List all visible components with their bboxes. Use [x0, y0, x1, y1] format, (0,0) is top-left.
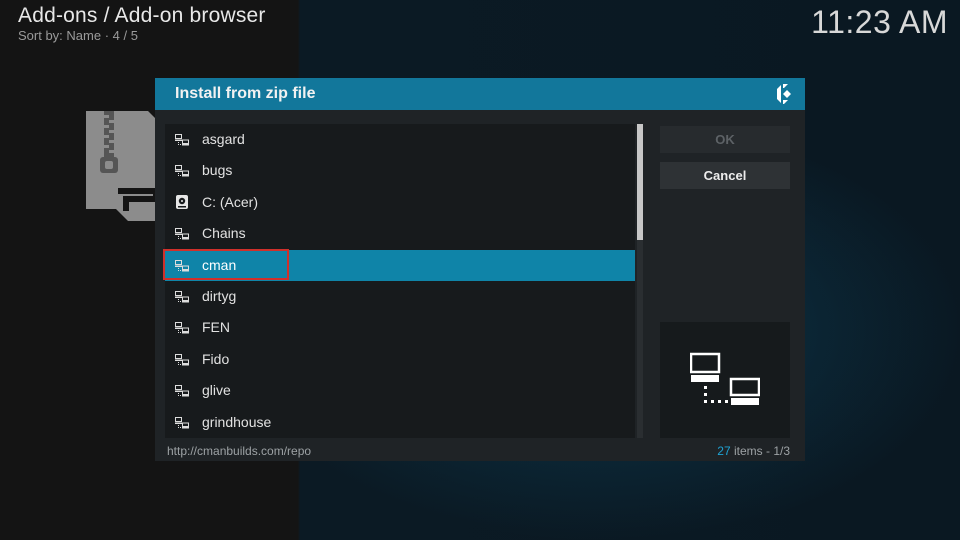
list-item-label: glive	[202, 382, 231, 399]
item-preview	[660, 322, 790, 438]
network-share-icon	[175, 290, 189, 303]
list-item[interactable]: FEN	[165, 312, 635, 343]
list-item-label: Fido	[202, 350, 230, 367]
item-count-text: items -	[730, 444, 774, 458]
list-item-label: FEN	[202, 319, 230, 336]
list-item[interactable]: C: (Acer)	[165, 187, 635, 218]
clock: 11:23 AM	[811, 4, 948, 40]
list-item[interactable]: grindhouse	[165, 407, 635, 438]
cancel-button[interactable]: Cancel	[660, 162, 790, 189]
file-list[interactable]: asgard bugs C: (Acer) Chains cman dirtyg FEN Fi…	[163, 124, 635, 438]
sort-info: Sort by: Name · 4 / 5	[18, 28, 138, 43]
window-header: Add-ons / Add-on browser Sort by: Name ·…	[18, 4, 266, 43]
network-share-icon	[175, 353, 189, 366]
network-share-icon	[175, 416, 189, 429]
item-count-number: 27	[717, 444, 731, 458]
scrollbar[interactable]	[637, 124, 643, 438]
dialog-title: Install from zip file	[175, 85, 316, 102]
list-item[interactable]: bugs	[165, 155, 635, 186]
list-item-label: grindhouse	[202, 413, 272, 430]
list-item[interactable]: Chains	[165, 218, 635, 249]
network-share-icon	[175, 321, 189, 334]
ok-button[interactable]: OK	[660, 126, 790, 153]
breadcrumb-title: Add-ons / Add-on browser	[18, 4, 266, 27]
current-path: http://cmanbuilds.com/repo	[167, 444, 312, 458]
zip-file-icon	[86, 111, 166, 221]
network-share-icon	[175, 227, 189, 240]
item-count: 27 items - 1/3	[717, 444, 790, 458]
list-item-label: asgard	[202, 131, 245, 147]
network-share-icon	[175, 133, 189, 146]
list-item-label: Chains	[202, 225, 246, 242]
hard-drive-icon	[175, 194, 189, 209]
list-item[interactable]: dirtyg	[165, 281, 635, 312]
network-share-icon	[690, 352, 760, 405]
install-zip-dialog: Install from zip file asgard bugs C: (Acer…	[155, 78, 805, 461]
list-item-label: bugs	[202, 162, 233, 179]
list-item[interactable]: cman	[163, 248, 635, 281]
list-item[interactable]: glive	[165, 375, 635, 406]
list-item[interactable]: asgard	[165, 124, 635, 155]
network-share-icon	[175, 384, 189, 397]
list-item[interactable]: Fido	[165, 344, 635, 375]
network-share-icon	[175, 164, 189, 177]
list-item-label: dirtyg	[202, 288, 237, 304]
dialog-header: Install from zip file	[155, 78, 805, 110]
kodi-logo-icon	[777, 84, 791, 104]
scrollbar-thumb[interactable]	[637, 124, 643, 241]
selection-highlight-outline	[163, 248, 289, 280]
page-indicator: 1/3	[773, 444, 790, 458]
list-item-label: C: (Acer)	[202, 193, 258, 210]
